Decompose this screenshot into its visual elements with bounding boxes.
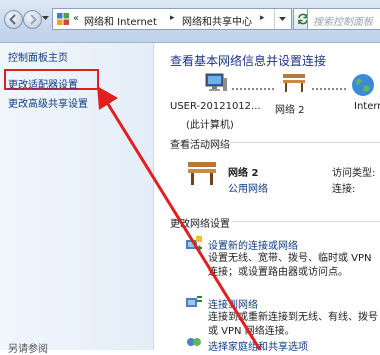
change-settings-heading: 更改网络设置 xyxy=(170,219,230,230)
this-computer-label: (此计算机) xyxy=(186,120,234,131)
change-adapter-settings-link[interactable]: 更改适配器设置 xyxy=(8,76,78,91)
new-connection-icon xyxy=(186,236,202,251)
breadcrumb-overflow[interactable]: « xyxy=(73,13,79,24)
breadcrumb-sharing-center[interactable]: 网络和共享中心 xyxy=(182,13,252,28)
search-input[interactable]: 搜索控制面板 xyxy=(307,8,380,30)
connection-line xyxy=(232,88,274,90)
see-also-heading: 另请参阅 xyxy=(8,344,48,355)
breadcrumb-separator[interactable]: ▸ xyxy=(170,13,175,23)
forward-arrow-icon xyxy=(30,14,37,25)
setup-new-connection-desc: 设置无线、宽带、拨号、临时或 VPN 连接；或设置路由器或访问点。 xyxy=(208,253,372,278)
network-name-label: 网络 2 xyxy=(275,105,305,116)
page-title: 查看基本网络信息并设置连接 xyxy=(170,54,327,68)
homegroup-sharing-link[interactable]: 选择家庭组和共享选项 xyxy=(208,338,308,353)
network-type-link[interactable]: 公用网络 xyxy=(228,180,268,195)
internet-label: Intern xyxy=(354,101,380,112)
recent-pages-dropdown-icon[interactable] xyxy=(42,16,49,21)
chevron-down-icon xyxy=(279,17,286,21)
access-type-label: 访问类型: xyxy=(332,168,376,179)
navigation-bar: « 网络和 Internet ▸ 网络和共享中心 ▸ 搜索控制面板 xyxy=(0,0,380,43)
control-panel-icon xyxy=(57,13,69,25)
left-task-pane: 控制面板主页 更改适配器设置 更改高级共享设置 另请参阅 xyxy=(0,43,154,355)
active-network-name: 网络 2 xyxy=(228,168,259,179)
setup-new-connection-link[interactable]: 设置新的连接或网络 xyxy=(208,237,298,252)
change-advanced-sharing-link[interactable]: 更改高级共享设置 xyxy=(8,95,88,110)
network-bench-icon xyxy=(283,74,305,92)
control-panel-home-link[interactable]: 控制面板主页 xyxy=(8,49,68,64)
address-dropdown-button[interactable] xyxy=(274,9,291,29)
address-bar[interactable]: « 网络和 Internet ▸ 网络和共享中心 ▸ xyxy=(52,8,292,30)
connect-to-network-desc: 连接到或重新连接到无线、有线、拨号或 VPN 网络连接。 xyxy=(208,312,378,337)
connection-line xyxy=(312,88,346,90)
network-bench-icon xyxy=(188,162,216,185)
connect-to-network-link[interactable]: 连接到网络 xyxy=(208,296,258,311)
back-arrow-icon xyxy=(9,14,16,25)
computer-icon xyxy=(205,73,227,91)
computer-name-label: USER-20121012... xyxy=(170,101,261,112)
connections-label: 连接: xyxy=(332,184,356,195)
section-divider xyxy=(222,142,380,143)
breadcrumb-network-internet[interactable]: 网络和 Internet xyxy=(84,13,157,28)
breadcrumb-separator-end[interactable]: ▸ xyxy=(260,13,265,23)
active-networks-heading: 查看活动网络 xyxy=(170,140,230,151)
back-button[interactable] xyxy=(4,10,23,29)
internet-globe-icon xyxy=(352,74,374,96)
forward-button[interactable] xyxy=(23,10,42,29)
connect-network-icon xyxy=(186,296,202,307)
section-divider xyxy=(232,221,380,222)
